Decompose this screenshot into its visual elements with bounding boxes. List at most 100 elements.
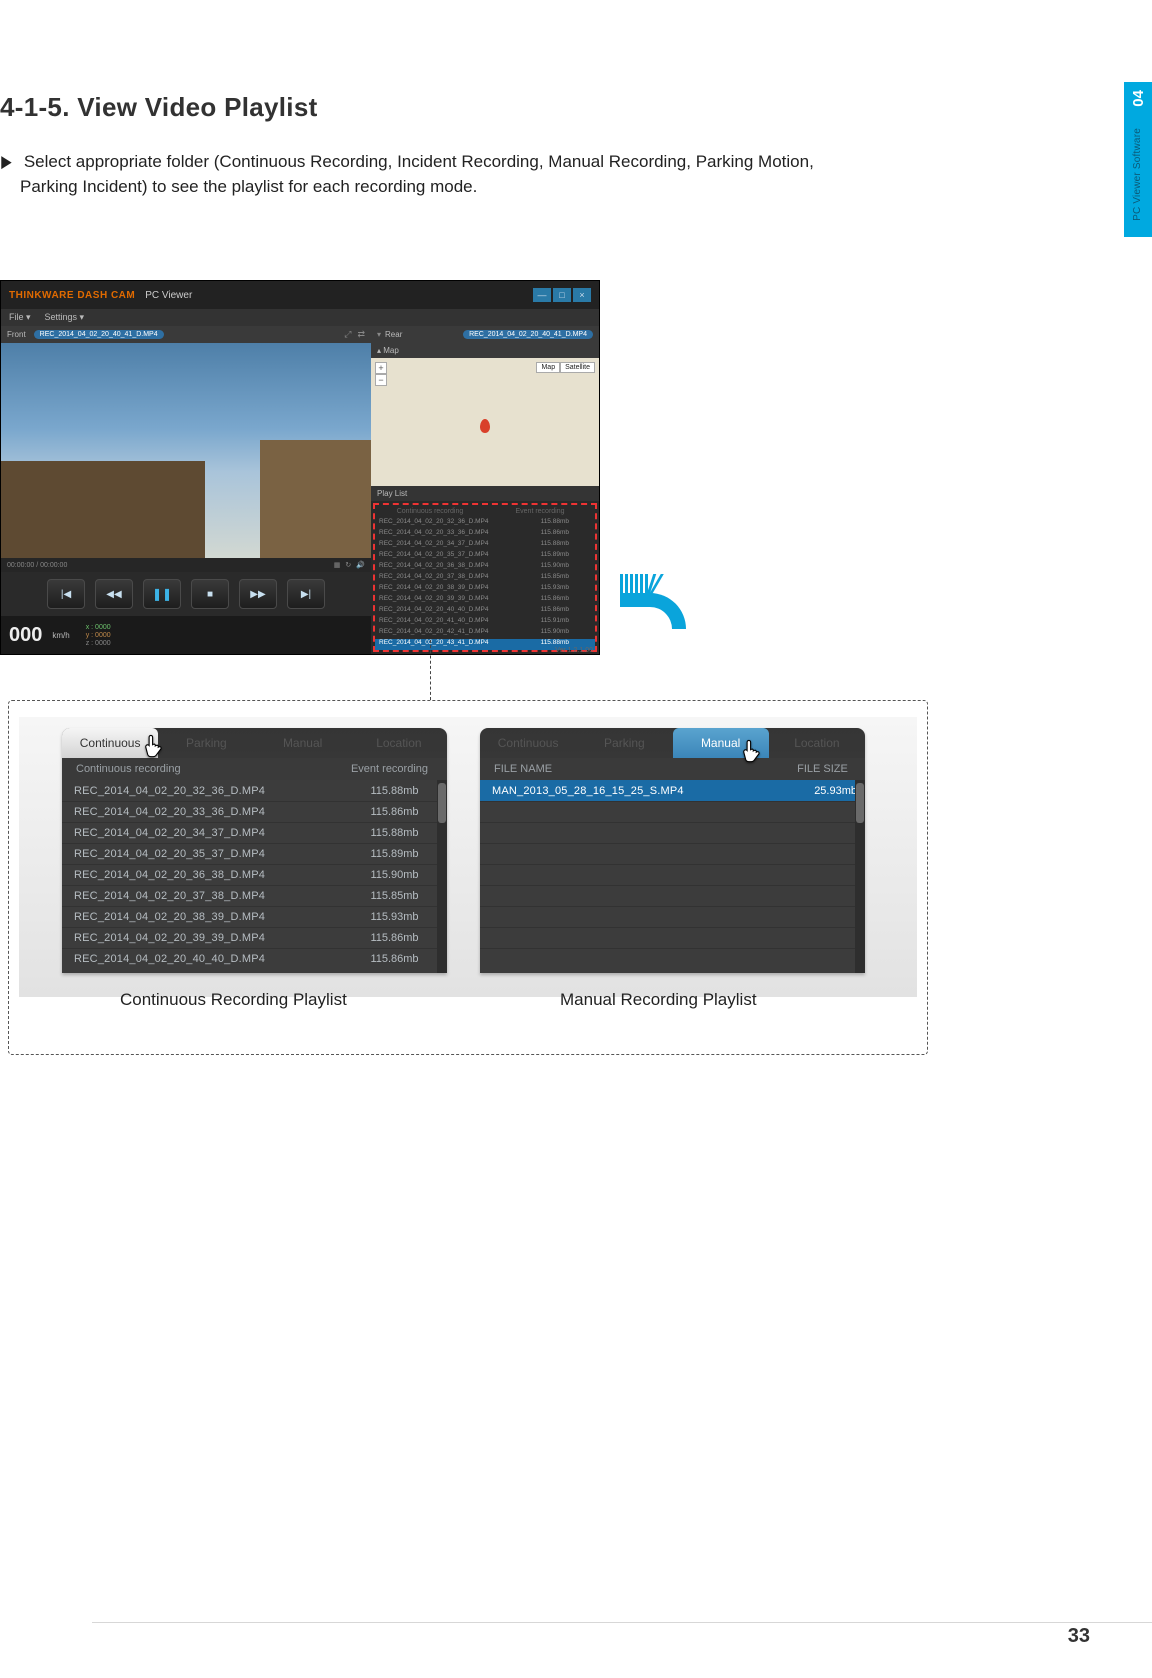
rear-collapse-icon[interactable]: ▾ — [377, 330, 381, 339]
mini-row-filename: REC_2014_04_02_20_33_36_D.MP4 — [375, 529, 525, 540]
mini-col-evt[interactable]: Event recording — [485, 505, 595, 518]
playlist-tab-parking[interactable]: Parking — [158, 728, 254, 758]
minimize-button[interactable]: — — [533, 288, 551, 302]
playlist-row-empty — [480, 843, 865, 864]
continuous-playlist-panel: ContinuousParkingManualLocation Continuo… — [62, 728, 447, 973]
playlist-row[interactable]: REC_2014_04_02_20_37_38_D.MP4115.85mb — [62, 885, 447, 906]
mini-playlist-row[interactable]: REC_2014_04_02_20_38_39_D.MP4115.93mb — [375, 584, 595, 595]
mini-row-size: 115.88mb — [525, 540, 573, 551]
mini-playlist-row[interactable]: REC_2014_04_02_20_40_40_D.MP4115.86mb — [375, 606, 595, 617]
mini-playlist-row[interactable]: REC_2014_04_02_20_32_36_D.MP4115.88mb — [375, 518, 595, 529]
gsensor-y: y : 0000 — [86, 632, 111, 639]
row-filename: MAN_2013_05_28_16_15_25_S.MP4 — [480, 785, 790, 797]
brand-label: THINKWARE DASH CAM — [9, 290, 135, 301]
mini-row-size: 115.89mb — [525, 551, 573, 562]
prev-button[interactable]: |◀ — [47, 579, 85, 609]
arrow-icon — [620, 572, 692, 652]
playlist-row[interactable]: REC_2014_04_02_20_36_38_D.MP4115.90mb — [62, 864, 447, 885]
mini-playlist-row[interactable]: REC_2014_04_02_20_35_37_D.MP4115.89mb — [375, 551, 595, 562]
playback-controls: |◀ ◀◀ ❚❚ ■ ▶▶ ▶| — [1, 572, 371, 616]
zoom-in-button[interactable]: + — [375, 362, 387, 374]
mini-playlist-row[interactable]: REC_2014_04_02_20_42_41_D.MP4115.90mb — [375, 628, 595, 639]
mini-playlist-row[interactable]: REC_2014_04_02_20_36_38_D.MP4115.90mb — [375, 562, 595, 573]
mini-row-filename: REC_2014_04_02_20_36_38_D.MP4 — [375, 562, 525, 573]
mini-playlist-row[interactable]: REC_2014_04_02_20_37_38_D.MP4115.85mb — [375, 573, 595, 584]
rewind-button[interactable]: ◀◀ — [95, 579, 133, 609]
rear-file-chip[interactable]: REC_2014_04_02_20_40_41_D.MP4 — [463, 330, 593, 339]
front-file-chip[interactable]: REC_2014_04_02_20_40_41_D.MP4 — [34, 330, 164, 339]
continuous-caption: Continuous Recording Playlist — [120, 990, 347, 1010]
mini-playlist-row[interactable]: REC_2014_04_02_20_41_40_D.MP4115.91mb — [375, 617, 595, 628]
playlist-row[interactable]: REC_2014_04_02_20_38_39_D.MP4115.93mb — [62, 906, 447, 927]
aspect-icon[interactable]: ⇄ — [357, 329, 365, 340]
continuous-file-list[interactable]: REC_2014_04_02_20_32_36_D.MP4115.88mbREC… — [62, 780, 447, 973]
row-filename: REC_2014_04_02_20_39_39_D.MP4 — [62, 932, 342, 944]
playlist-tab-location[interactable]: Location — [351, 728, 447, 758]
speed-unit: km/h — [52, 631, 69, 640]
scroll-thumb[interactable] — [438, 783, 446, 823]
front-video[interactable] — [1, 343, 371, 558]
row-size: 25.93mb — [790, 785, 865, 797]
col-event: Event recording — [332, 758, 447, 780]
version-label: Ver 1.2.1.00 — [555, 647, 593, 654]
zoom-out-button[interactable]: − — [375, 374, 387, 386]
mini-playlist-row[interactable]: REC_2014_04_02_20_39_39_D.MP4115.86mb — [375, 595, 595, 606]
section-name: PC Viewer Software — [1132, 128, 1143, 221]
mini-row-size: 115.90mb — [525, 562, 573, 573]
mini-col-cont[interactable]: Continuous recording — [375, 505, 485, 518]
playlist-tab-manual[interactable]: Manual — [255, 728, 351, 758]
bullet-line1: Select appropriate folder (Continuous Re… — [24, 152, 814, 171]
row-filename: REC_2014_04_02_20_34_37_D.MP4 — [62, 827, 342, 839]
snap-icon[interactable]: ▦ — [334, 561, 341, 569]
mini-row-size: 115.86mb — [525, 606, 573, 617]
scrollbar[interactable] — [437, 780, 447, 973]
viewer-right-pane: ▾ Rear REC_2014_04_02_20_40_41_D.MP4 Map… — [371, 326, 599, 654]
playlist-row[interactable]: REC_2014_04_02_20_39_39_D.MP4115.86mb — [62, 927, 447, 948]
playlist-tab-parking[interactable]: Parking — [576, 728, 672, 758]
mini-row-filename: REC_2014_04_02_20_41_40_D.MP4 — [375, 617, 525, 628]
playlist-row[interactable]: REC_2014_04_02_20_35_37_D.MP4115.89mb — [62, 843, 447, 864]
map-pin-icon — [480, 419, 490, 433]
forward-button[interactable]: ▶▶ — [239, 579, 277, 609]
playlist-row-empty — [480, 927, 865, 948]
scrollbar[interactable] — [855, 780, 865, 973]
close-button[interactable]: × — [573, 288, 591, 302]
playlist-row[interactable]: REC_2014_04_02_20_32_36_D.MP4115.88mb — [62, 780, 447, 801]
fullscreen-icon[interactable]: ⤢ — [344, 329, 351, 340]
map-toggle-satellite[interactable]: Satellite — [560, 362, 595, 373]
window-controls: — □ × — [533, 288, 591, 302]
mini-row-size: 115.91mb — [525, 617, 573, 628]
bullet-line2: Parking Incident) to see the playlist fo… — [0, 175, 900, 200]
playlist-row[interactable]: REC_2014_04_02_20_33_36_D.MP4115.86mb — [62, 801, 447, 822]
front-label: Front — [7, 330, 26, 339]
page-number: 33 — [1068, 1625, 1090, 1648]
playlist-tab-location[interactable]: Location — [769, 728, 865, 758]
repeat-icon[interactable]: ↻ — [345, 561, 351, 569]
time-label: 00:00:00 / 00:00:00 — [7, 562, 67, 569]
manual-file-list[interactable]: MAN_2013_05_28_16_15_25_S.MP425.93mb — [480, 780, 865, 973]
playlist-tab-continuous[interactable]: Continuous — [62, 728, 158, 758]
pause-button[interactable]: ❚❚ — [143, 579, 181, 609]
manual-caption: Manual Recording Playlist — [560, 990, 757, 1010]
playlist-row[interactable]: MAN_2013_05_28_16_15_25_S.MP425.93mb — [480, 780, 865, 801]
playlist-tab-manual[interactable]: Manual — [673, 728, 769, 758]
mini-row-filename: REC_2014_04_02_20_43_41_D.MP4 — [375, 639, 525, 650]
maximize-button[interactable]: □ — [553, 288, 571, 302]
volume-icon[interactable]: 🔊 — [356, 561, 365, 569]
scroll-thumb[interactable] — [856, 783, 864, 823]
playlist-row[interactable]: REC_2014_04_02_20_40_40_D.MP4115.86mb — [62, 948, 447, 969]
map-header[interactable]: Map — [377, 346, 399, 355]
leader-line — [430, 640, 431, 700]
stop-button[interactable]: ■ — [191, 579, 229, 609]
mini-playlist-row[interactable]: REC_2014_04_02_20_33_36_D.MP4115.86mb — [375, 529, 595, 540]
map-toggle-map[interactable]: Map — [536, 362, 560, 373]
playlist-tab-continuous[interactable]: Continuous — [480, 728, 576, 758]
playlist-row[interactable]: REC_2014_04_02_20_34_37_D.MP4115.88mb — [62, 822, 447, 843]
mini-row-size: 115.86mb — [525, 529, 573, 540]
map-panel[interactable]: Map Satellite + − — [371, 358, 599, 487]
menu-settings[interactable]: Settings ▾ — [45, 312, 85, 323]
mini-playlist-row[interactable]: REC_2014_04_02_20_34_37_D.MP4115.88mb — [375, 540, 595, 551]
next-button[interactable]: ▶| — [287, 579, 325, 609]
menu-file[interactable]: File ▾ — [9, 312, 31, 323]
row-filename: REC_2014_04_02_20_38_39_D.MP4 — [62, 911, 342, 923]
